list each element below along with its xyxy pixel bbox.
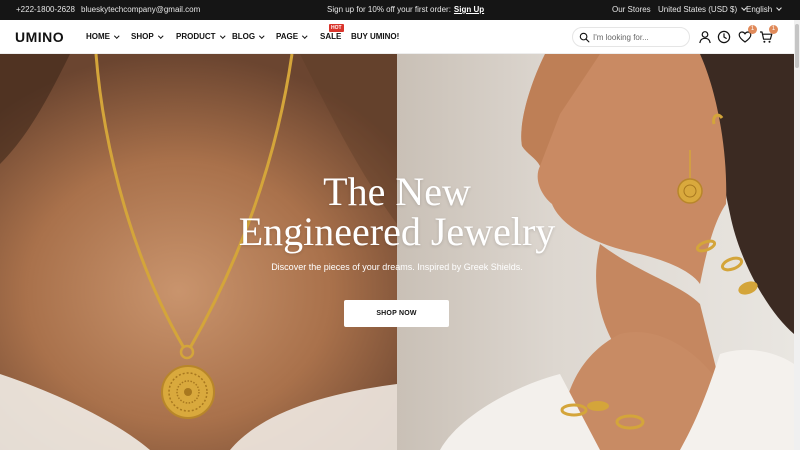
hero-banner: The New Engineered Jewelry Discover the … bbox=[0, 54, 794, 450]
chevron-down-icon bbox=[776, 5, 783, 11]
hot-badge: HOT bbox=[329, 24, 344, 32]
promo-text: Sign up for 10% off your first order: bbox=[327, 5, 451, 14]
nav-item-blog[interactable]: BLOG bbox=[232, 20, 265, 54]
logo[interactable]: UMINO bbox=[15, 20, 64, 54]
language-selector[interactable]: English bbox=[746, 0, 783, 20]
nav-item-page[interactable]: PAGE bbox=[276, 20, 308, 54]
search-box bbox=[572, 27, 690, 47]
chevron-down-icon bbox=[157, 32, 163, 38]
shop-now-button[interactable]: SHOP NOW bbox=[344, 300, 449, 327]
hero-title-line-2: Engineered Jewelry bbox=[238, 209, 556, 254]
main-header: UMINO HOME SHOP PRODUCT BLOG PAGE SALE H… bbox=[0, 20, 800, 54]
page-scrollbar[interactable] bbox=[794, 20, 800, 450]
nav-label: PRODUCT bbox=[176, 32, 216, 41]
cart-count-badge: 1 bbox=[769, 25, 778, 34]
chevron-down-icon bbox=[302, 32, 308, 38]
language-label: English bbox=[746, 5, 773, 14]
nav-label: BLOG bbox=[232, 32, 256, 41]
nav-item-home[interactable]: HOME bbox=[86, 20, 120, 54]
user-icon bbox=[699, 31, 711, 44]
top-announcement-bar: +222-1800-2628 blueskytechcompany@gmail.… bbox=[0, 0, 800, 20]
our-stores-link[interactable]: Our Stores bbox=[612, 0, 651, 20]
hero-title-line-1: The New bbox=[323, 169, 471, 214]
hero-subtitle: Discover the pieces of your dreams. Insp… bbox=[271, 262, 523, 272]
wishlist-count-badge: 1 bbox=[748, 25, 757, 34]
scrollbar-thumb[interactable] bbox=[795, 24, 799, 68]
clock-icon bbox=[717, 30, 731, 44]
chevron-down-icon bbox=[219, 32, 225, 38]
currency-label: United States (USD $) bbox=[658, 5, 738, 14]
recently-viewed-button[interactable] bbox=[717, 30, 731, 44]
promo-message: Sign up for 10% off your first order: Sig… bbox=[327, 0, 484, 20]
nav-label: HOME bbox=[86, 32, 110, 41]
email-address[interactable]: blueskytechcompany@gmail.com bbox=[81, 0, 200, 20]
account-button[interactable] bbox=[698, 30, 712, 44]
nav-label: PAGE bbox=[276, 32, 299, 41]
sign-up-link[interactable]: Sign Up bbox=[454, 5, 484, 14]
nav-item-product[interactable]: PRODUCT bbox=[176, 20, 225, 54]
chevron-down-icon bbox=[114, 32, 120, 38]
chevron-down-icon bbox=[259, 32, 265, 38]
search-icon[interactable] bbox=[579, 32, 590, 43]
hero-title: The New Engineered Jewelry bbox=[0, 172, 794, 252]
nav-item-buy-umino[interactable]: BUY UMINO! bbox=[351, 20, 399, 54]
currency-selector[interactable]: United States (USD $) bbox=[658, 0, 747, 20]
nav-item-shop[interactable]: SHOP bbox=[131, 20, 163, 54]
search-input[interactable] bbox=[593, 30, 687, 45]
nav-label: SHOP bbox=[131, 32, 154, 41]
phone-number[interactable]: +222-1800-2628 bbox=[16, 0, 75, 20]
cart-button[interactable]: 1 bbox=[759, 25, 778, 44]
wishlist-button[interactable]: 1 bbox=[738, 25, 757, 44]
